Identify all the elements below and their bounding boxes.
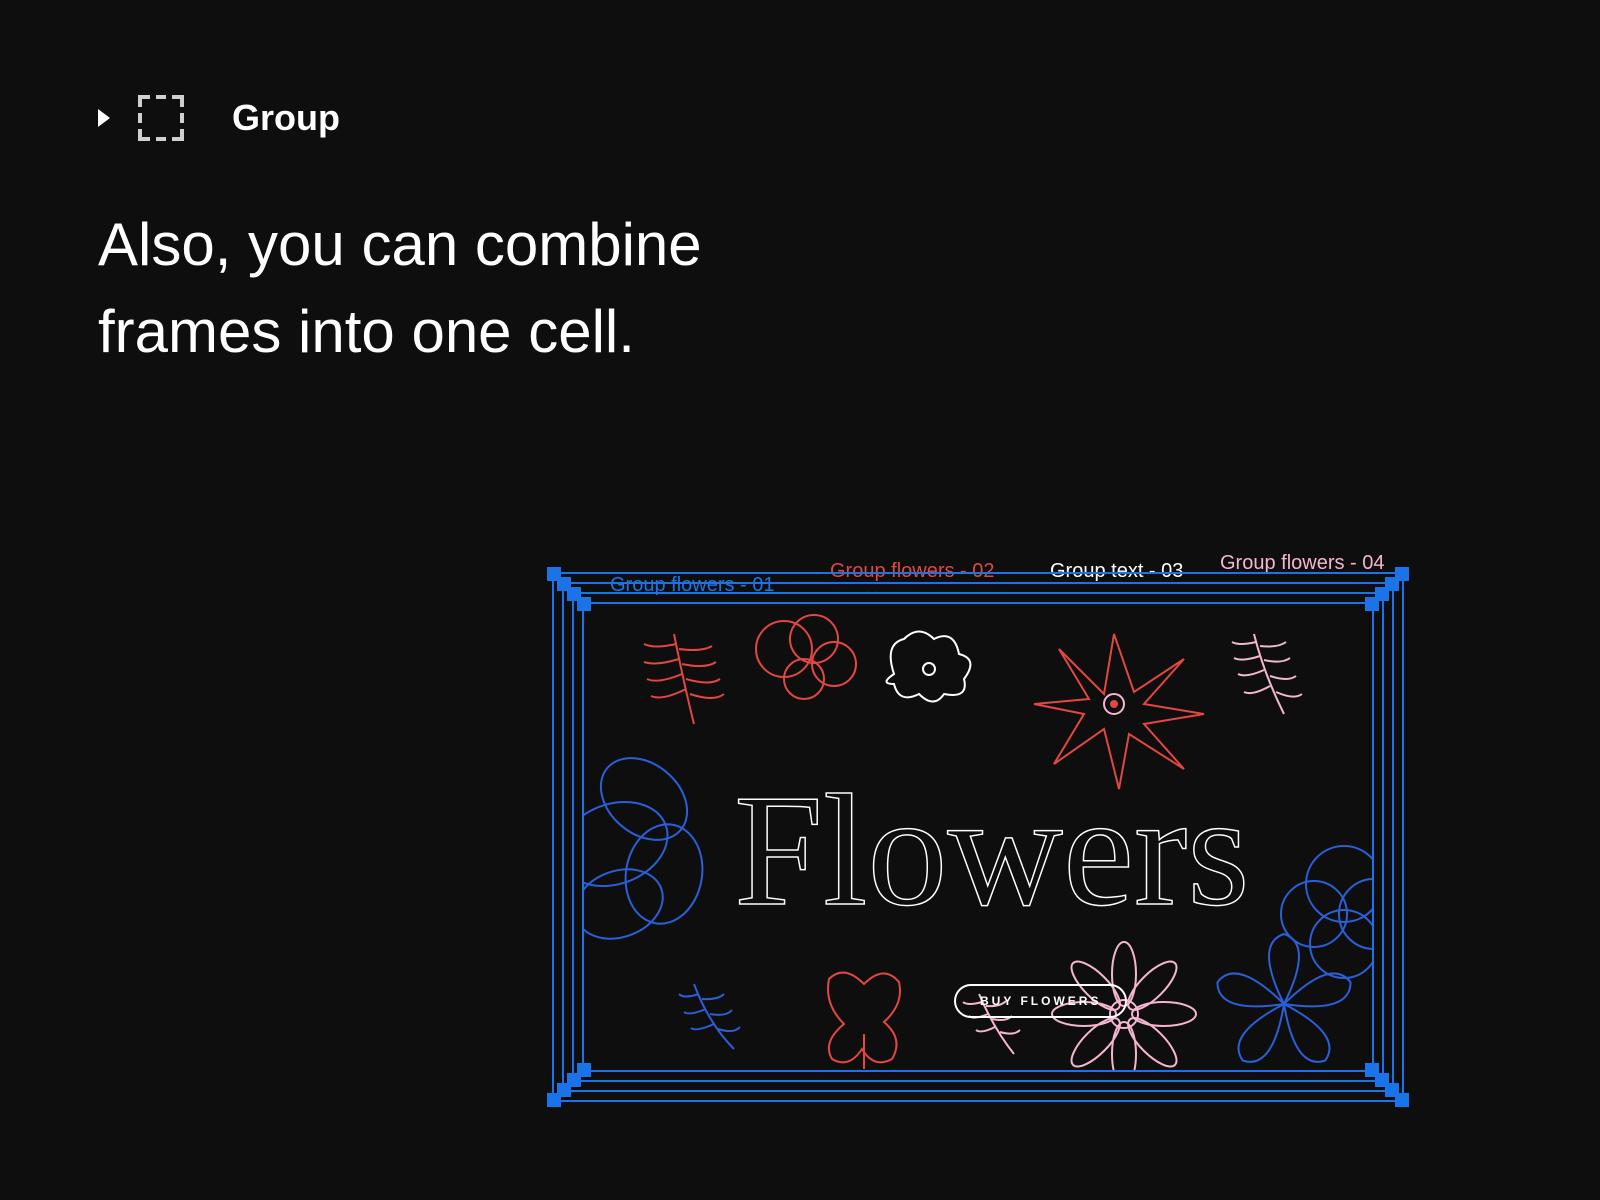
layer-name[interactable]: Group <box>232 97 340 139</box>
design-content: Flowers BUY FLOWERS <box>584 604 1372 1070</box>
hero-text-svg: Flowers <box>734 761 1250 939</box>
group-icon <box>138 95 184 141</box>
layer-panel-row[interactable]: Group <box>0 0 1600 141</box>
instruction-headline: Also, you can combine frames into one ce… <box>0 141 900 375</box>
buy-flowers-button[interactable]: BUY FLOWERS <box>954 984 1127 1018</box>
design-canvas[interactable]: Group flowers - 01 Group flowers - 02 Gr… <box>540 560 1420 1120</box>
expand-chevron-icon[interactable] <box>98 109 110 127</box>
